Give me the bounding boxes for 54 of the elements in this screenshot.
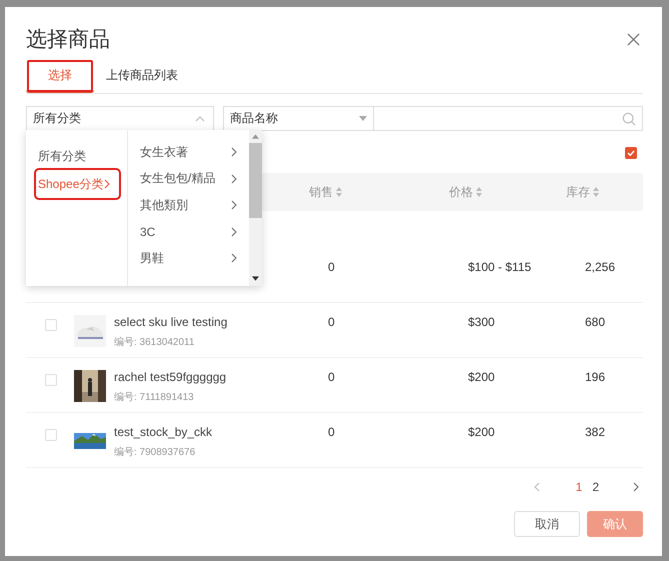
page-number[interactable]: 2 <box>592 480 599 494</box>
category-option[interactable]: 女生衣著 <box>140 139 249 166</box>
sort-icon[interactable] <box>593 187 599 197</box>
row-checkbox[interactable] <box>45 429 57 441</box>
search-field[interactable] <box>374 106 643 131</box>
table-cell: 382 <box>585 425 606 439</box>
table-cell: 680 <box>585 315 606 329</box>
category-option[interactable]: 所有分类 <box>26 142 119 170</box>
table-cell: 0 <box>328 315 335 329</box>
sort-icon[interactable] <box>336 187 342 197</box>
category-option[interactable]: 男鞋 <box>140 245 249 272</box>
chevron-up-icon <box>195 116 205 122</box>
search-icon[interactable] <box>622 112 636 126</box>
sort-icon[interactable] <box>476 187 482 197</box>
category-option[interactable]: 其他類別 <box>140 192 249 218</box>
table-cell: 196 <box>585 370 606 384</box>
dialog-title: 选择商品 <box>26 27 110 53</box>
category-option[interactable]: 3C <box>140 218 249 245</box>
chevron-right-icon <box>231 174 237 184</box>
scrollbar[interactable] <box>249 130 262 286</box>
next-page-icon[interactable] <box>633 482 639 492</box>
chevron-right-icon <box>104 179 110 189</box>
category-option[interactable]: Shopee分类 <box>36 170 119 198</box>
close-icon[interactable] <box>627 32 640 46</box>
category-option[interactable]: 女生包包/精品 <box>140 166 249 192</box>
product-name: rachel test59fgggggg <box>114 370 226 384</box>
table-cell: $100 - $115 <box>468 260 532 274</box>
tab[interactable]: 上传商品列表 <box>94 59 190 93</box>
product-code: 编号: 7111891413 <box>114 390 195 404</box>
select-all-checkbox[interactable] <box>625 147 637 159</box>
table-cell: $300 <box>468 315 495 329</box>
cancel-button[interactable]: 取消 <box>514 511 580 537</box>
product-name: test_stock_by_ckk <box>114 425 212 439</box>
table-cell: 0 <box>328 260 335 274</box>
scroll-down-icon[interactable] <box>252 276 259 281</box>
product-code: 编号: 3613042011 <box>114 336 196 349</box>
table-cell: 2,256 <box>585 260 616 274</box>
chevron-right-icon <box>231 147 237 158</box>
previous-page-icon[interactable] <box>534 482 540 492</box>
chevron-right-icon <box>231 226 237 237</box>
chevron-right-icon <box>231 200 237 210</box>
product-code: 编号: 7908937676 <box>114 446 196 459</box>
table-cell: 0 <box>328 370 335 384</box>
tab[interactable]: 选择 <box>26 59 94 93</box>
page-number[interactable]: 1 <box>576 480 582 494</box>
dropdown-arrow-icon <box>359 116 367 121</box>
table-cell: $200 <box>468 370 495 384</box>
table-cell: $200 <box>468 425 495 439</box>
row-checkbox[interactable] <box>45 319 57 331</box>
row-checkbox[interactable] <box>45 374 57 386</box>
scroll-up-icon[interactable] <box>252 134 259 139</box>
product-name: select sku live testing <box>114 315 228 329</box>
chevron-right-icon <box>231 253 237 264</box>
table-cell: 0 <box>328 425 335 439</box>
